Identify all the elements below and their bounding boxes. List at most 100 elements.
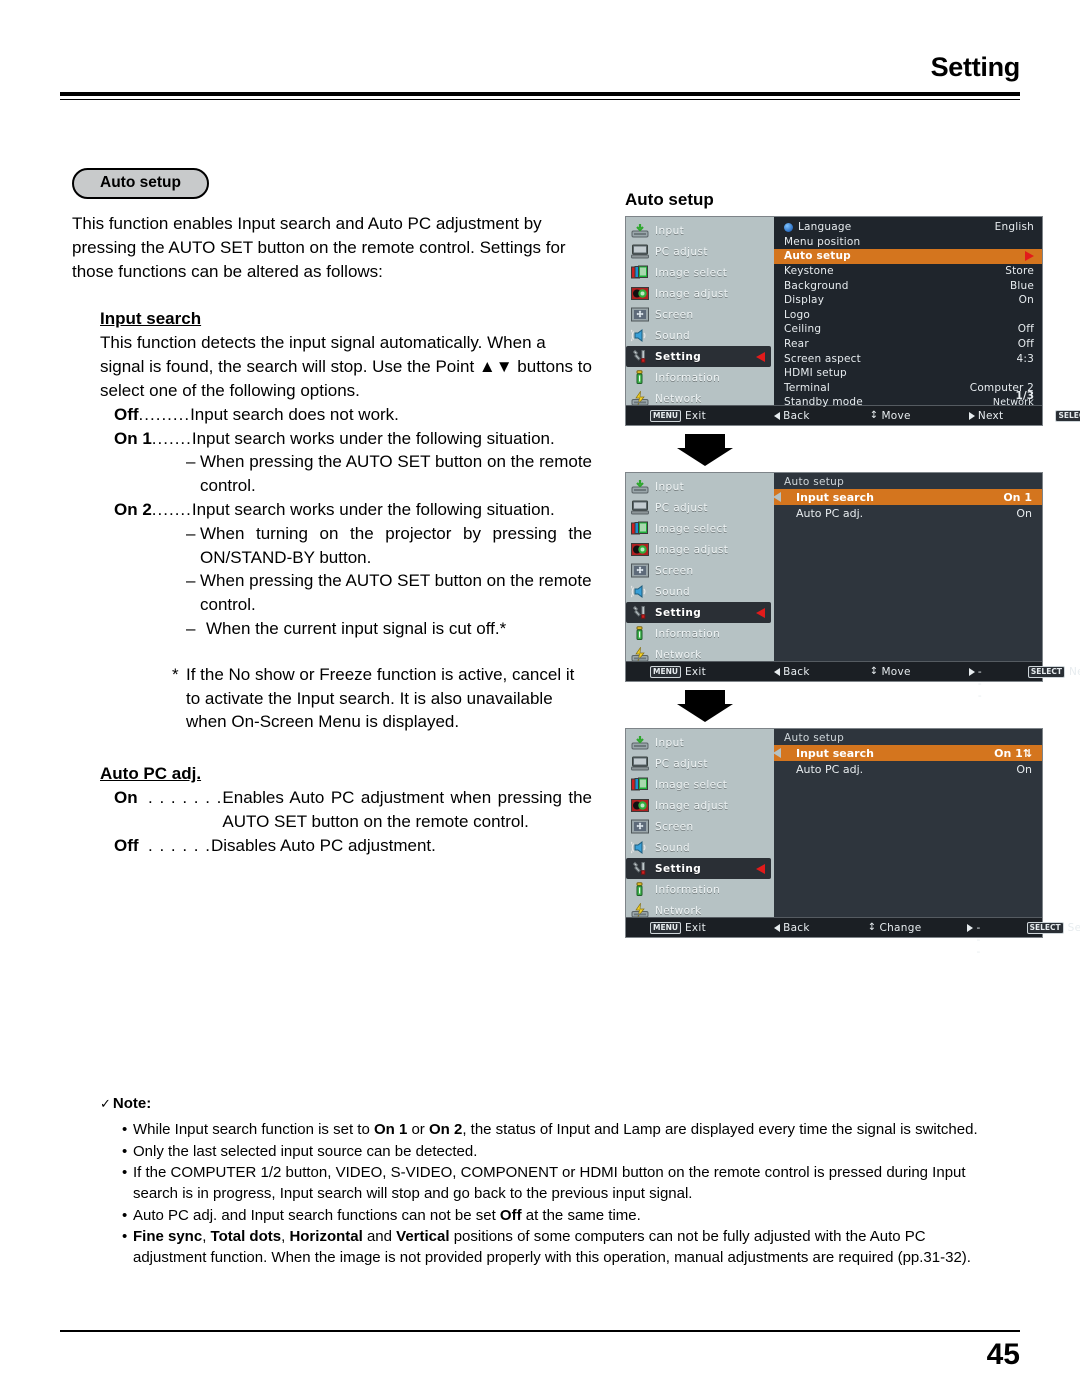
footer-action-label: Next (977, 409, 1004, 422)
select-key-icon: SELECT (1055, 409, 1080, 422)
menu-row[interactable]: Keystone Store (774, 264, 1042, 279)
globe-icon (784, 222, 793, 232)
sidebar-item-screen[interactable]: Screen (626, 304, 774, 325)
sidebar-item-image-select[interactable]: Image select (626, 774, 774, 795)
sidebar-item-network[interactable]: Network (626, 644, 774, 665)
page-indicator: 1/3 (1015, 390, 1034, 402)
sidebar-item-pc-adjust[interactable]: PC adjust (626, 753, 774, 774)
sidebar-item-pc-adjust[interactable]: PC adjust (626, 241, 774, 262)
sidebar-item-sound[interactable]: Sound (626, 325, 774, 346)
menu-row-label: Menu position (784, 235, 861, 248)
menu-row-value: Blue (1009, 279, 1034, 292)
menu-row-label: Screen aspect (784, 352, 861, 365)
footer-action-move[interactable]: ↕ Move (870, 410, 911, 422)
sidebar-item-image-adjust[interactable]: Image adjust (626, 795, 774, 816)
sidebar-item-input[interactable]: Input (626, 476, 774, 497)
sidebar-item-label: Sound (655, 329, 691, 342)
sidebar-item-label: Input (655, 480, 685, 493)
sidebar-item-pc-adjust[interactable]: PC adjust (626, 497, 774, 518)
submenu-title: Auto setup (784, 476, 845, 488)
sidebar-item-screen[interactable]: Screen (626, 560, 774, 581)
menu-row[interactable]: Menu position (774, 235, 1042, 250)
footer-action-select[interactable]: SELECT Next (1055, 409, 1080, 422)
input-search-body: This function detects the input signal a… (100, 333, 592, 400)
submenu-row-selected[interactable]: Input search On 1 ⇅ (773, 745, 1042, 761)
page-title: Setting (930, 52, 1021, 82)
osd-submenu-pane: Auto setup Input search On 1 Auto PC adj… (773, 473, 1042, 661)
sidebar-item-input[interactable]: Input (626, 732, 774, 753)
footer-action-change[interactable]: ↕ Change (868, 922, 922, 934)
sidebar-item-setting[interactable]: Setting (626, 602, 771, 623)
submenu-row-label: Auto PC adj. (796, 762, 864, 776)
footer-action-exit[interactable]: MENU Exit (650, 665, 707, 678)
section-pill-label: Auto setup (72, 168, 209, 199)
sidebar-item-screen[interactable]: Screen (626, 816, 774, 837)
sound-icon (631, 328, 649, 343)
footer-action-label: Exit (684, 665, 707, 678)
sidebar-item-sound[interactable]: Sound (626, 837, 774, 858)
sidebar-item-setting[interactable]: Setting (626, 858, 771, 879)
sidebar-item-label: Network (655, 392, 702, 405)
menu-row-value: On (1018, 294, 1034, 307)
menu-row[interactable]: Language English (774, 220, 1042, 235)
sidebar-item-label: PC adjust (655, 501, 708, 514)
sidebar-item-input[interactable]: Input (626, 220, 774, 241)
menu-row[interactable]: Terminal Computer 2 (774, 381, 1042, 396)
sidebar-item-network[interactable]: Network (626, 900, 774, 921)
note-block: ✓ Note: • While Input search function is … (100, 1095, 1000, 1270)
menu-key-icon: MENU (650, 921, 681, 934)
menu-row[interactable]: Logo (774, 308, 1042, 323)
sidebar-item-network[interactable]: Network (626, 388, 774, 409)
footer-action-exit[interactable]: MENU Exit (650, 409, 706, 422)
menu-row[interactable]: HDMI setup (774, 366, 1042, 381)
menu-row[interactable]: Ceiling Off (774, 322, 1042, 337)
option-row: Off ......... Input search does not work… (114, 403, 592, 427)
sidebar-item-image-adjust[interactable]: Image adjust (626, 539, 774, 560)
menu-row[interactable]: Rear Off (774, 337, 1042, 352)
sidebar-item-image-adjust[interactable]: Image adjust (626, 283, 774, 304)
sidebar-item-information[interactable]: Information (626, 879, 774, 900)
menu-row[interactable]: Background Blue (774, 278, 1042, 293)
sidebar-item-label: Setting (655, 350, 702, 363)
sidebar-item-image-select[interactable]: Image select (626, 518, 774, 539)
sidebar-item-information[interactable]: Information (626, 367, 774, 388)
menu-row-value: 4:3 (1016, 352, 1034, 365)
screen-icon (631, 307, 649, 322)
footer-action-back[interactable]: Back (774, 410, 810, 422)
menu-row-label: Background (784, 279, 849, 292)
submenu-row-selected[interactable]: Input search On 1 (773, 489, 1042, 505)
footer-action-next[interactable]: Next (968, 409, 1004, 422)
footer-action-back[interactable]: Back (774, 922, 810, 934)
footer-action-select[interactable]: SELECT Select (1026, 921, 1080, 934)
submenu-title: Auto setup (784, 732, 845, 744)
menu-row-label: Ceiling (784, 323, 822, 336)
sidebar-item-sound[interactable]: Sound (626, 581, 774, 602)
sidebar-item-information[interactable]: Information (626, 623, 774, 644)
sidebar-item-image-select[interactable]: Image select (626, 262, 774, 283)
menu-row[interactable]: Screen aspect 4:3 (774, 351, 1042, 366)
footer-action-select[interactable]: SELECT Next (1027, 665, 1080, 678)
note-item-text: While Input search function is set to On… (133, 1121, 978, 1138)
option-dots: ....... (151, 499, 192, 519)
footer-action-move[interactable]: ↕ Move (870, 666, 911, 678)
option-key: On (114, 788, 138, 808)
menu-row[interactable]: Display On (774, 293, 1042, 308)
selection-arrow-icon (756, 352, 765, 362)
menu-row-label: Display (784, 294, 825, 307)
footer-action-back[interactable]: Back (774, 666, 810, 678)
information-icon (631, 882, 649, 897)
submenu-row[interactable]: Auto PC adj. On (774, 505, 1042, 521)
menu-row-selected[interactable]: Auto setup (774, 249, 1042, 264)
input-icon (631, 735, 649, 750)
option-key: Off (114, 404, 139, 424)
note-item-text: If the COMPUTER 1/2 button, VIDEO, S-VID… (133, 1164, 966, 1203)
submenu-row[interactable]: Auto PC adj. On (774, 761, 1042, 777)
page-footer: 45 (60, 1330, 1020, 1372)
up-down-arrow-icon[interactable]: ⇅ (1023, 747, 1032, 760)
page-header: Setting (60, 52, 1020, 104)
osd-screenshots-column: Auto setup Input PC adjust Image select … (625, 190, 1080, 958)
menu-row[interactable]: Standby mode Network (774, 395, 1042, 410)
bullet-icon: • (122, 1164, 128, 1182)
footer-action-exit[interactable]: MENU Exit (650, 921, 706, 934)
sidebar-item-setting[interactable]: Setting (626, 346, 771, 367)
